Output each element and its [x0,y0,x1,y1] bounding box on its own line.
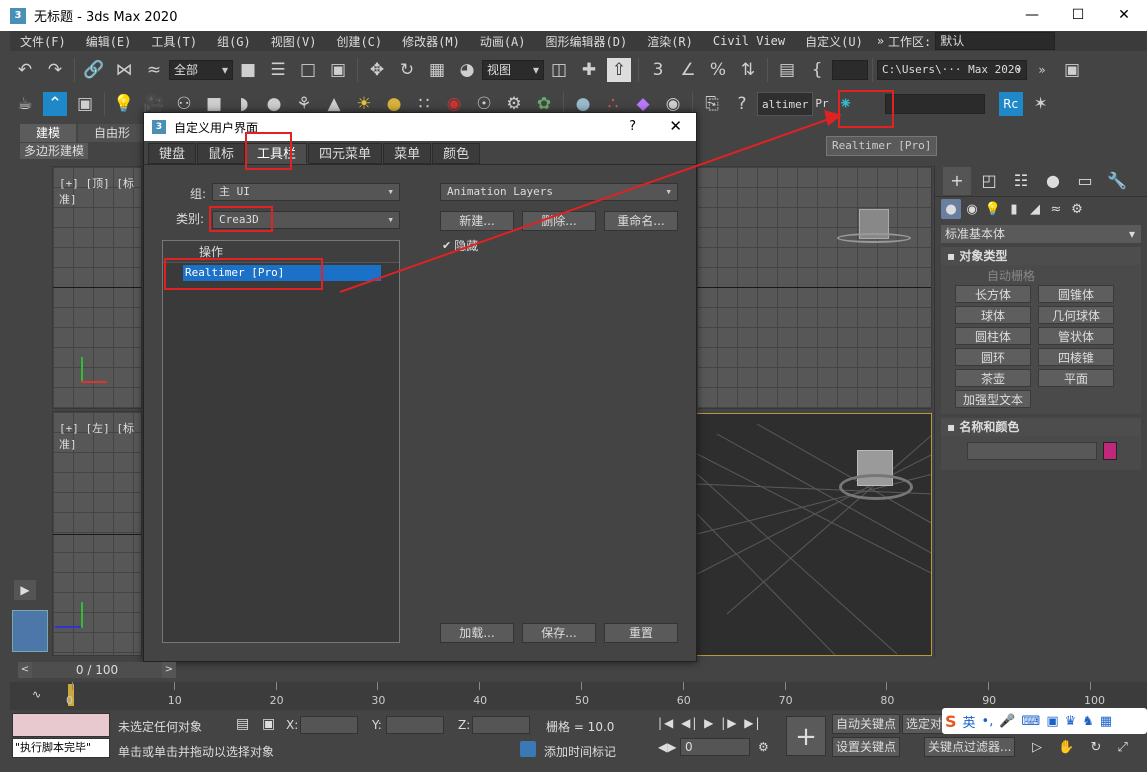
absolute-mode-icon[interactable]: ▣ [262,716,275,732]
timeline-tick-label: 30 [371,694,386,707]
timeline-tick-label: 50 [575,694,589,707]
next-frame-icon[interactable]: > [162,662,176,678]
toolbox-icon[interactable]: ▦ [1100,714,1112,729]
timeline-tick-label: 40 [473,694,488,707]
timeline-tick [886,682,888,690]
z-label: Z: [458,718,471,732]
playback-controls-icon[interactable]: |◀ ◀| ▶ |▶ ▶| [658,716,762,730]
timeline-tick [173,682,175,690]
y-coord-field[interactable] [386,716,444,734]
frame-indicator[interactable]: 0 / 100 [32,662,162,678]
key-mode-icon[interactable]: ◀▶ [658,740,676,754]
shirt-icon[interactable]: ♞ [1082,714,1094,729]
y-label: Y: [372,718,382,732]
game-icon[interactable]: ♛ [1065,714,1077,729]
microphone-icon[interactable]: 🎤 [999,714,1015,729]
timeline-tick [377,682,379,690]
timeline-tick-label: 60 [676,694,691,707]
timeline-tick-label: 90 [982,694,997,707]
maxscript-listener-output[interactable]: "执行脚本完毕" [12,738,110,758]
z-coord-field[interactable] [472,716,530,734]
timeline-tick-label: 20 [269,694,284,707]
maxscript-listener-input[interactable] [12,713,110,737]
timeline-tick [275,682,277,690]
time-slider[interactable]: < 0 / 100 > [10,660,934,680]
curve-editor-icon[interactable]: ∿ [32,688,41,701]
keyboard-icon[interactable]: ⌨ [1022,714,1041,729]
track-bar[interactable]: ∿ 0 10 20 30 40 50 60 70 80 90 100 [10,682,1147,710]
timeline-tick-label: 80 [880,694,895,707]
timeline-tick-label: 10 [167,694,182,707]
viewport-nav-icons[interactable]: ▷ ✋ ↻ ⤢ [1032,740,1134,755]
set-key-icon[interactable]: + [786,716,826,756]
sogou-icon[interactable]: S [945,712,957,731]
timeline-tick-label: 70 [778,694,793,707]
set-key-button[interactable]: 设置关键点 [832,737,901,757]
timeline-tick-label: 100 [1084,694,1105,707]
prev-frame-icon[interactable]: < [18,662,32,678]
timeline-tick [72,682,73,690]
timeline-tick [581,682,582,690]
ime-toolbar: S 英 •, 🎤 ⌨ ▣ ♛ ♞ ▦ [942,708,1147,734]
timeline-tick [784,682,786,690]
skin-icon[interactable]: ▣ [1046,714,1058,729]
grid-size: 栅格 = 10.0 [546,720,615,734]
add-time-tag[interactable]: 添加时间标记 [544,743,616,760]
timeline-tick [1090,682,1091,690]
ime-language[interactable]: 英 [963,712,976,731]
timeline-tick [682,682,684,690]
timeline-tick-label: 0 [66,694,73,707]
current-frame-field[interactable]: 0 [680,738,750,756]
selection-status: 未选定任何对象 [118,720,203,734]
key-filters-button[interactable]: 关键点过滤器... [924,737,1016,757]
time-config-icon[interactable]: ⚙ [758,740,769,754]
lock-selection-icon[interactable]: ▤ [236,716,249,732]
timeline-tick [479,682,481,690]
x-coord-field[interactable] [300,716,358,734]
time-tag-icon[interactable] [520,741,536,757]
timeline-tick [988,682,990,690]
annotation-arrow-icon [339,110,842,293]
punctuation-icon[interactable]: •, [982,714,994,729]
auto-key-button[interactable]: 自动关键点 [832,714,901,734]
prompt-text: 单击或单击并拖动以选择对象 [118,745,275,759]
x-label: X: [286,718,299,732]
